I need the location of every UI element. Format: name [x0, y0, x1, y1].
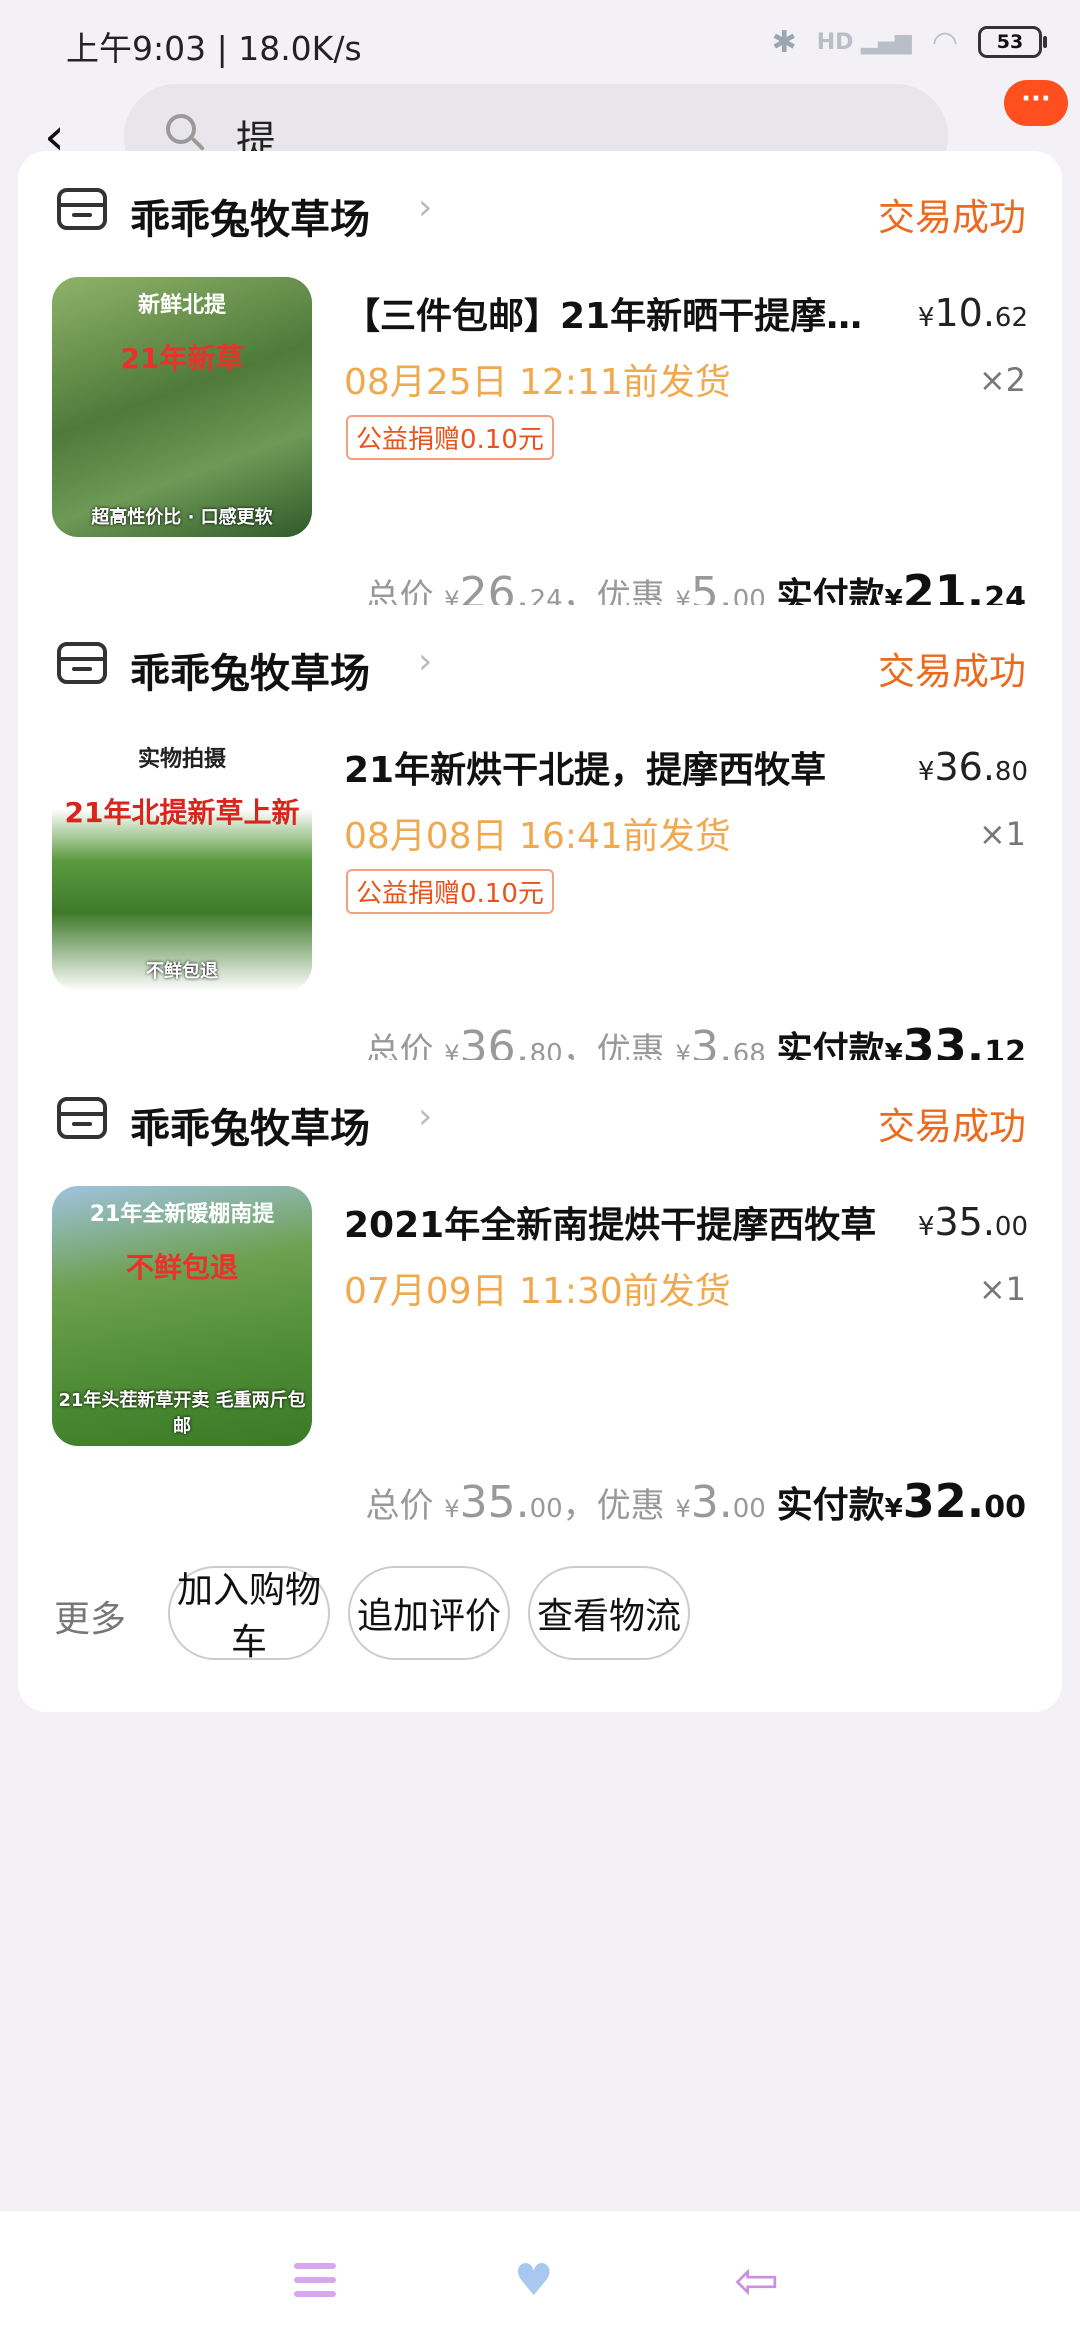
thumb-caption-mid: 21年北提新草上新: [64, 796, 300, 829]
order-card[interactable]: 乖乖兔牧草场 › 交易成功 21年全新暖棚南提 不鲜包退 21年头茬新草开卖 毛…: [18, 1060, 1062, 1712]
total-dec: 00: [529, 1494, 563, 1524]
thumb-caption-top: 21年全新暖棚南提: [89, 1202, 275, 1227]
price-int: 36.: [934, 745, 995, 789]
thumb-caption-bottom: 超高性价比 · 口感更软: [91, 507, 273, 528]
unit-price: ¥36.80: [918, 745, 1028, 789]
discount-int: 3.: [690, 1477, 733, 1528]
thumb-caption-mid: 21年新草: [120, 342, 244, 375]
signal-icon: HD ▂▄▆: [816, 29, 912, 55]
product-thumbnail[interactable]: 21年全新暖棚南提 不鲜包退 21年头茬新草开卖 毛重两斤包邮: [52, 1186, 312, 1446]
chevron-right-icon: ›: [418, 1096, 433, 1137]
shop-icon: [57, 188, 107, 230]
shop-name[interactable]: 乖乖兔牧草场: [130, 187, 370, 245]
bluetooth-icon: ✱: [771, 24, 797, 60]
product-title[interactable]: 2021年全新南提烘干提摩西牧草: [344, 1196, 884, 1248]
currency-symbol: ¥: [917, 757, 935, 787]
paid-amount: ¥32.00: [885, 1474, 1026, 1528]
paid-int: 32.: [902, 1474, 985, 1528]
order-totals: 总价 ¥35.00，优惠 ¥3.00 实付款¥32.00: [365, 1474, 1026, 1528]
order-status: 交易成功: [878, 1105, 1026, 1148]
add-to-cart-button[interactable]: 加入购物车: [168, 1566, 330, 1663]
notification-badge[interactable]: ···: [1004, 80, 1068, 126]
price-int: 10.: [934, 291, 995, 335]
currency-symbol: ¥: [444, 1495, 460, 1523]
donation-badge: 公益捐赠0.10元: [346, 415, 554, 460]
network-type: HD: [816, 29, 854, 55]
more-actions-link[interactable]: 更多: [54, 1590, 126, 1642]
shop-name[interactable]: 乖乖兔牧草场: [130, 1096, 370, 1154]
total-label: 总价: [365, 1486, 434, 1526]
back-arrow-icon[interactable]: ⇦: [734, 2249, 779, 2312]
thumb-caption-top: 实物拍摄: [137, 747, 226, 772]
view-logistics-button[interactable]: 查看物流: [528, 1566, 690, 1660]
ship-time: 08月25日 12:11前发货: [344, 362, 731, 403]
price-dec: 80: [994, 757, 1028, 787]
wifi-icon: ◠: [931, 24, 958, 60]
total-int: 35.: [459, 1477, 530, 1528]
product-thumbnail[interactable]: 实物拍摄 21年北提新草上新 不鲜包退: [52, 731, 312, 991]
order-status: 交易成功: [878, 196, 1026, 239]
ship-time: 08月08日 16:41前发货: [344, 816, 731, 857]
chevron-right-icon: ›: [418, 641, 433, 682]
paid-label: 实付款: [776, 1485, 885, 1526]
ship-time: 07月09日 11:30前发货: [344, 1271, 731, 1312]
bottom-navigation: ♥ ⇦: [0, 2210, 1080, 2341]
product-thumbnail[interactable]: 新鲜北提 21年新草 超高性价比 · 口感更软: [52, 277, 312, 537]
paid-dec: 00: [984, 1490, 1026, 1525]
thumb-caption-mid: 不鲜包退: [125, 1251, 238, 1284]
price-dec: 00: [994, 1212, 1028, 1242]
order-status: 交易成功: [878, 650, 1026, 693]
discount-label: ，优惠: [562, 1486, 665, 1526]
currency-symbol: ¥: [675, 1495, 691, 1523]
thumb-caption-top: 新鲜北提: [137, 293, 226, 318]
chevron-right-icon: ›: [418, 187, 433, 228]
heart-icon[interactable]: ♥: [514, 2255, 553, 2306]
status-bar: 上午9:03 | 18.0K/s ✱ HD ▂▄▆ ◠ 53: [0, 0, 1080, 90]
currency-symbol: ¥: [917, 303, 935, 333]
status-time: 上午9:03 | 18.0K/s: [66, 29, 362, 68]
currency-symbol: ¥: [917, 1212, 935, 1242]
unit-price: ¥35.00: [918, 1200, 1028, 1244]
price-dec: 62: [994, 303, 1028, 333]
product-title[interactable]: 【三件包邮】21年新晒干提摩西牧草: [344, 287, 884, 339]
price-int: 35.: [934, 1200, 995, 1244]
status-icons: ✱ HD ▂▄▆ ◠ 53: [771, 22, 1047, 62]
quantity: ×1: [978, 1270, 1026, 1308]
donation-badge: 公益捐赠0.10元: [346, 869, 554, 914]
unit-price: ¥10.62: [918, 291, 1028, 335]
menu-icon[interactable]: [294, 2263, 336, 2299]
thumb-caption-bottom: 不鲜包退: [146, 961, 218, 982]
shop-icon: [57, 1097, 107, 1139]
quantity: ×1: [978, 815, 1026, 853]
currency-symbol: ¥: [884, 1494, 903, 1524]
quantity: ×2: [978, 361, 1026, 399]
search-icon: [166, 114, 196, 144]
discount-dec: 00: [732, 1494, 766, 1524]
thumb-caption-bottom: 21年头茬新草开卖 毛重两斤包邮: [58, 1390, 306, 1437]
add-review-button[interactable]: 追加评价: [348, 1566, 510, 1660]
shop-name[interactable]: 乖乖兔牧草场: [130, 641, 370, 699]
product-title[interactable]: 21年新烘干北提，提摩西牧草: [344, 741, 884, 793]
shop-icon: [57, 642, 107, 684]
battery-icon: 53: [978, 26, 1047, 58]
